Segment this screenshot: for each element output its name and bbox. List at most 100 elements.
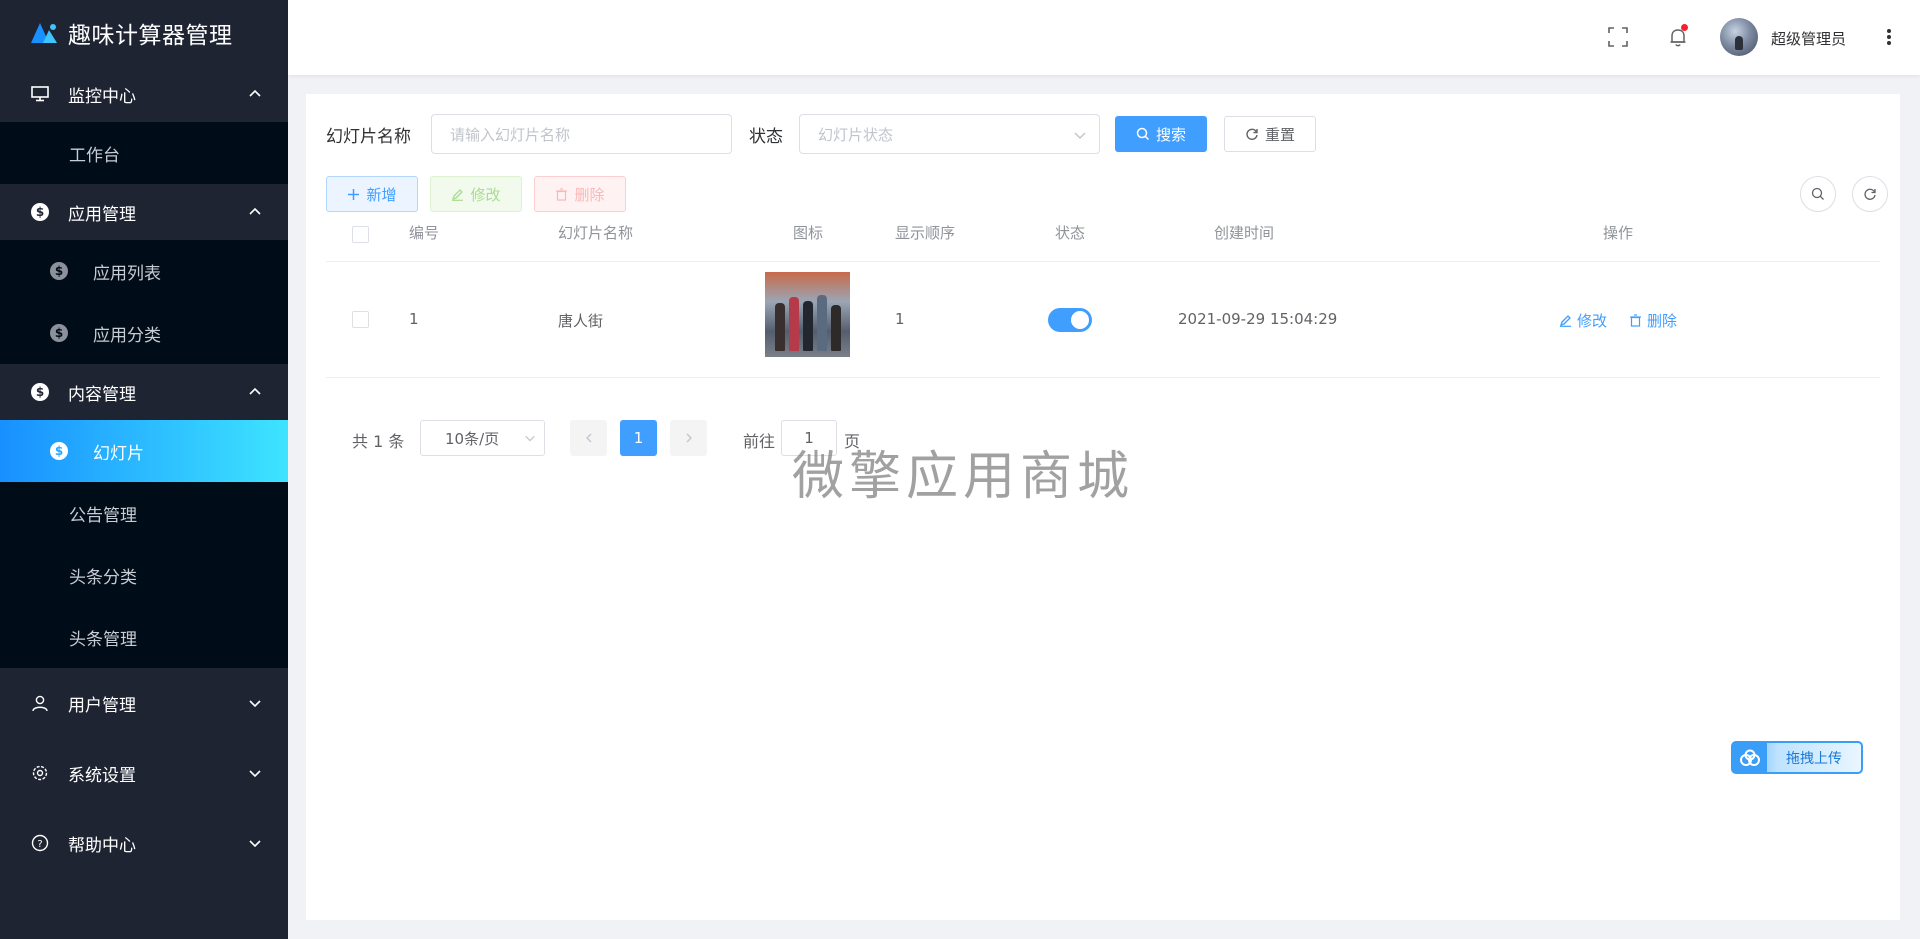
col-slide-name: 幻灯片名称 [558,224,634,242]
sidebar-item-app-category[interactable]: $ 应用分类 [0,302,288,364]
submenu-app: $ 应用列表 $ 应用分类 [0,240,288,364]
submenu-content: $ 幻灯片 公告管理 头条分类 头条管理 [0,420,288,668]
edit-button-label: 修改 [470,185,501,204]
status-placeholder: 幻灯片状态 [818,125,894,144]
sidebar-item-label: 头条管理 [69,629,137,650]
col-actions: 操作 [1603,224,1634,242]
dollar-icon: $ [50,262,68,280]
chevron-up-icon [249,387,261,395]
gear-icon [30,763,50,783]
edit-icon [1559,315,1571,327]
bell-icon[interactable] [1667,24,1689,48]
chevron-up-icon [249,89,261,97]
sidebar-item-label: 应用列表 [93,263,161,284]
row-delete-link[interactable]: 删除 [1629,310,1677,331]
row-display-order: 1 [895,310,905,328]
menu-content-management[interactable]: $ 内容管理 [0,364,288,420]
drag-upload-badge[interactable]: 拖拽上传 [1731,741,1863,774]
sidebar-item-dashboard[interactable]: 工作台 [0,122,288,184]
user-icon [30,693,50,713]
select-all-checkbox[interactable] [352,226,369,243]
goto-label: 前往 [743,432,776,451]
toggle-search-button[interactable] [1800,176,1836,212]
slide-name-input[interactable]: 请输入幻灯片名称 [431,114,732,154]
menu-monitor-label: 监控中心 [68,86,136,107]
menu-system-settings[interactable]: 系统设置 [0,738,288,808]
sidebar-item-label: 应用分类 [93,325,161,346]
slide-thumbnail[interactable] [765,272,850,357]
row-edit-label: 修改 [1577,312,1608,330]
chevron-down-icon [525,435,535,442]
sidebar-item-slides[interactable]: $ 幻灯片 [0,420,288,482]
slide-name-label: 幻灯片名称 [326,127,411,147]
trash-icon [1630,314,1641,327]
table-row-divider [326,377,1880,378]
dollar-icon: $ [50,442,68,460]
chevron-down-icon [1074,132,1086,139]
reset-button[interactable]: 重置 [1224,116,1316,152]
table-header-divider [326,261,1880,262]
sidebar-item-announcements[interactable]: 公告管理 [0,482,288,544]
drag-upload-label: 拖拽上传 [1786,750,1842,767]
status-select[interactable]: 幻灯片状态 [799,114,1100,154]
logo-icon [31,23,57,43]
username[interactable]: 超级管理员 [1771,28,1846,49]
edit-button[interactable]: 修改 [430,176,522,212]
menu-app-management[interactable]: $ 应用管理 [0,184,288,240]
row-edit-link[interactable]: 修改 [1559,310,1607,331]
status-switch[interactable] [1048,308,1092,332]
col-display-order: 显示顺序 [895,224,956,242]
svg-text:?: ? [37,839,42,850]
menu-user-management[interactable]: 用户管理 [0,668,288,738]
row-slide-name: 唐人街 [558,312,604,330]
page-number[interactable]: 1 [620,420,657,456]
status-label: 状态 [749,127,783,147]
trash-icon [555,187,568,201]
search-button-label: 搜索 [1155,125,1186,144]
sidebar-item-headline-category[interactable]: 头条分类 [0,544,288,606]
top-header: 超级管理员 [288,0,1920,75]
col-status: 状态 [1055,224,1086,242]
watermark: 微擎应用商城 [792,447,1135,507]
app-title: 趣味计算器管理 [68,23,233,49]
row-checkbox[interactable] [352,311,369,328]
app-logo[interactable]: 趣味计算器管理 [0,0,288,66]
pagination-total: 共 1 条 [352,432,405,451]
avatar[interactable] [1720,18,1758,56]
delete-button[interactable]: 删除 [534,176,626,212]
edit-icon [451,188,464,201]
chevron-left-icon [585,433,591,443]
sidebar-item-label: 幻灯片 [93,443,144,464]
chevron-down-icon [249,770,261,778]
search-icon [1136,127,1150,141]
sidebar-item-headline-management[interactable]: 头条管理 [0,606,288,668]
fullscreen-icon[interactable] [1607,26,1629,48]
add-button[interactable]: 新增 [326,176,418,212]
notification-dot [1681,24,1688,31]
page-size-value: 10条/页 [445,429,500,448]
dollar-icon: $ [50,324,68,342]
reset-button-label: 重置 [1264,125,1295,144]
menu-help-label: 帮助中心 [68,835,136,856]
prev-page-button[interactable] [570,420,607,456]
menu-system-label: 系统设置 [68,765,136,786]
menu-monitor[interactable]: 监控中心 [0,66,288,122]
submenu-monitor: 工作台 [0,122,288,184]
refresh-icon [1864,188,1876,200]
refresh-table-button[interactable] [1852,176,1888,212]
monitor-icon [30,84,50,104]
sidebar-item-app-list[interactable]: $ 应用列表 [0,240,288,302]
add-button-label: 新增 [366,185,397,204]
refresh-icon [1245,127,1259,141]
page-size-select[interactable]: 10条/页 [420,420,545,456]
chevron-up-icon [249,207,261,215]
menu-help-center[interactable]: ? 帮助中心 [0,808,288,878]
search-button[interactable]: 搜索 [1115,116,1207,152]
next-page-button[interactable] [670,420,707,456]
row-delete-label: 删除 [1647,312,1678,330]
chevron-down-icon [249,840,261,848]
row-id: 1 [409,310,419,328]
more-vertical-icon[interactable] [1878,26,1900,48]
chevron-right-icon [686,433,692,443]
menu-user-label: 用户管理 [68,695,136,716]
